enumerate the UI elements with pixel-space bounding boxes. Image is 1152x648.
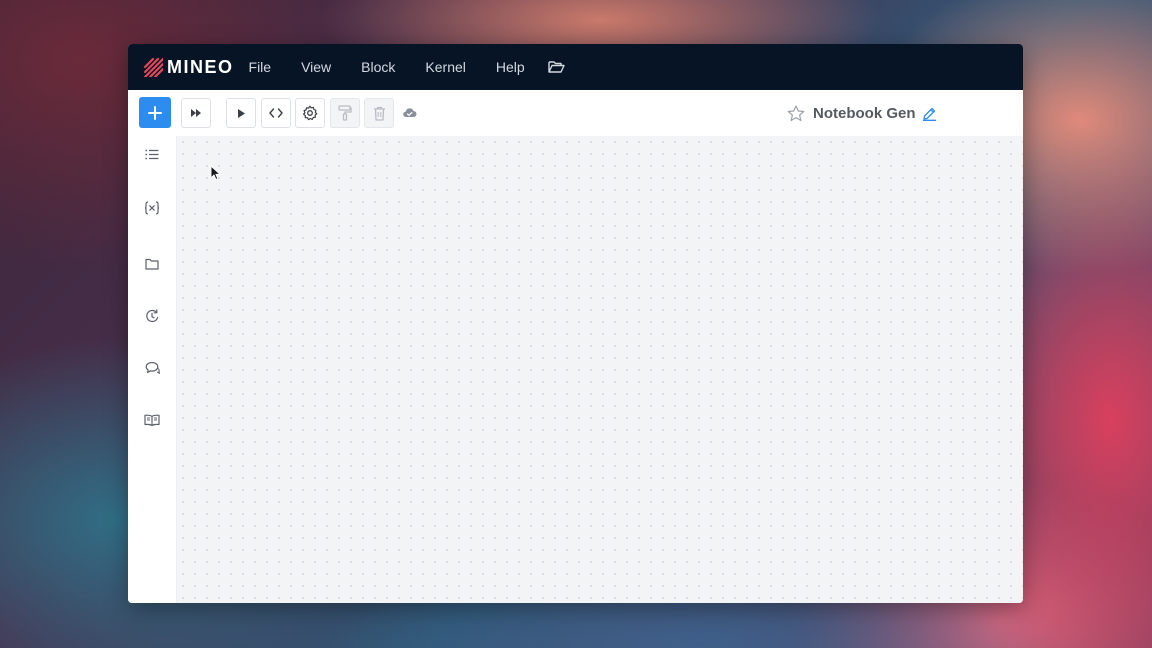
save-status xyxy=(402,105,417,123)
delete-button[interactable] xyxy=(364,98,394,128)
run-all-button[interactable] xyxy=(181,98,211,128)
desktop-background: MINEO File View Block Kernel Help Notebo… xyxy=(0,0,1152,648)
menu-block[interactable]: Block xyxy=(361,59,395,75)
sidebar-item-history[interactable] xyxy=(142,306,162,326)
trash-icon xyxy=(373,106,385,121)
toolbar: Notebook Gen xyxy=(128,90,1023,137)
history-icon xyxy=(145,308,158,322)
menu-file[interactable]: File xyxy=(249,59,272,75)
paint-roller-icon xyxy=(338,105,352,121)
plus-icon xyxy=(148,105,162,120)
settings-button[interactable] xyxy=(295,98,325,128)
sidebar-item-files[interactable] xyxy=(142,254,162,274)
list-icon xyxy=(145,149,159,159)
chat-icon xyxy=(145,361,160,374)
open-folder-button[interactable] xyxy=(547,60,565,74)
menu-kernel[interactable]: Kernel xyxy=(425,59,465,75)
pencil-icon[interactable] xyxy=(922,106,937,121)
cloud-check-icon xyxy=(403,108,417,118)
mineo-logo-icon xyxy=(143,57,163,77)
folder-open-icon xyxy=(547,61,565,73)
menu-help[interactable]: Help xyxy=(496,59,525,75)
menubar: MINEO File View Block Kernel Help xyxy=(128,44,1023,90)
logo-text: MINEO xyxy=(167,56,234,77)
fast-forward-icon xyxy=(191,109,201,117)
mouse-cursor-icon xyxy=(210,165,221,180)
sidebar-item-variables[interactable] xyxy=(142,198,162,218)
book-icon xyxy=(144,414,160,426)
notebook-canvas[interactable] xyxy=(177,136,1023,603)
sidebar-item-comments[interactable] xyxy=(142,358,162,378)
menu-view[interactable]: View xyxy=(301,59,331,75)
folder-icon xyxy=(145,258,159,270)
run-block-button[interactable] xyxy=(226,98,256,128)
play-icon xyxy=(238,108,245,118)
mineo-app-window: MINEO File View Block Kernel Help Notebo… xyxy=(128,44,1023,603)
notebook-title[interactable]: Notebook Gen xyxy=(813,105,916,122)
sidebar-item-docs[interactable] xyxy=(142,410,162,430)
code-icon xyxy=(269,108,283,118)
toggle-code-button[interactable] xyxy=(261,98,291,128)
sidebar-item-outline[interactable] xyxy=(142,144,162,164)
variable-icon xyxy=(144,201,160,215)
logo: MINEO xyxy=(143,57,234,78)
format-button[interactable] xyxy=(330,98,360,128)
add-block-button[interactable] xyxy=(139,97,171,128)
notebook-title-area: Notebook Gen xyxy=(787,102,937,124)
sidebar xyxy=(128,136,177,603)
gear-icon xyxy=(303,105,318,121)
star-icon[interactable] xyxy=(787,104,805,122)
